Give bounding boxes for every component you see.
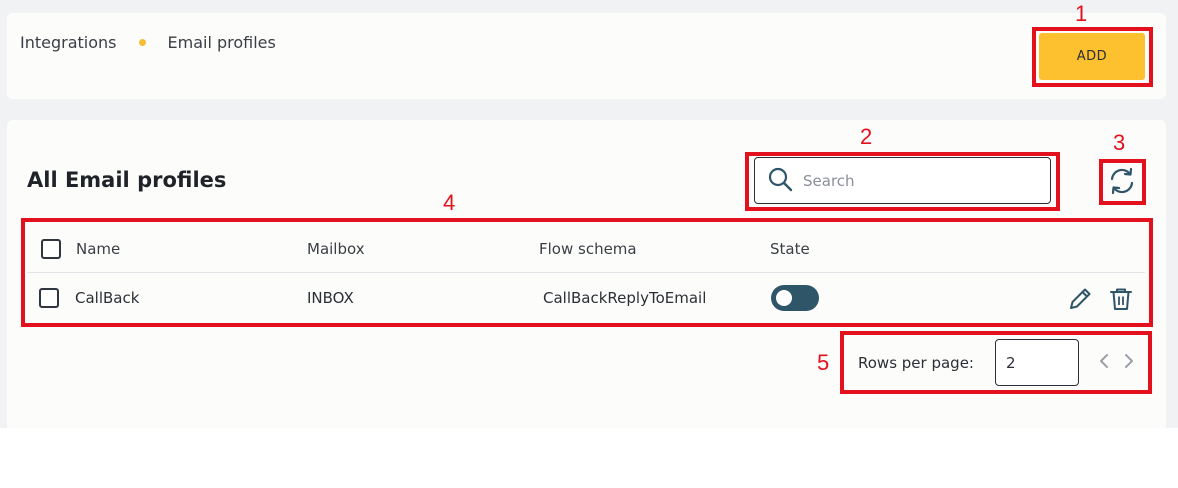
row-mailbox: INBOX xyxy=(307,289,354,307)
refresh-icon xyxy=(1107,166,1137,200)
column-header-flow-schema[interactable]: Flow schema xyxy=(539,240,637,258)
row-name: CallBack xyxy=(75,289,140,307)
column-header-name[interactable]: Name xyxy=(76,240,120,258)
state-toggle[interactable] xyxy=(771,285,819,311)
page-title: All Email profiles xyxy=(27,168,227,192)
select-all-checkbox[interactable] xyxy=(41,238,61,259)
previous-page-button[interactable] xyxy=(1095,352,1113,374)
breadcrumb-email-profiles: Email profiles xyxy=(167,33,276,52)
pencil-icon xyxy=(1067,286,1093,316)
edit-button[interactable] xyxy=(1067,286,1093,316)
search-icon xyxy=(767,166,793,196)
search-box[interactable] xyxy=(754,157,1051,204)
refresh-button[interactable] xyxy=(1105,166,1139,200)
next-page-button[interactable] xyxy=(1120,352,1138,374)
callout-number-5: 5 xyxy=(817,350,830,375)
breadcrumb-integrations[interactable]: Integrations xyxy=(20,33,117,52)
delete-button[interactable] xyxy=(1108,286,1134,316)
callout-number-4: 4 xyxy=(443,190,456,215)
chevron-left-icon xyxy=(1098,352,1110,374)
callout-number-1: 1 xyxy=(1075,1,1088,26)
add-button[interactable]: ADD xyxy=(1039,33,1145,80)
header-card xyxy=(7,13,1166,99)
column-header-mailbox[interactable]: Mailbox xyxy=(307,240,365,258)
trash-icon xyxy=(1108,286,1134,316)
breadcrumb: Integrations Email profiles xyxy=(20,33,276,52)
page-bottom xyxy=(0,428,1178,488)
callout-number-3: 3 xyxy=(1113,130,1126,155)
column-header-state[interactable]: State xyxy=(770,240,810,258)
toggle-knob xyxy=(776,290,792,306)
rows-per-page-input[interactable] xyxy=(995,339,1079,386)
rows-per-page-label: Rows per page: xyxy=(858,354,974,372)
table-header: Name Mailbox Flow schema State xyxy=(27,225,1145,273)
row-flow-schema: CallBackReplyToEmail xyxy=(543,289,707,307)
chevron-right-icon xyxy=(1123,352,1135,374)
row-checkbox[interactable] xyxy=(39,288,59,308)
breadcrumb-separator-dot xyxy=(138,39,146,46)
callout-number-2: 2 xyxy=(860,124,873,149)
table-row: CallBack INBOX CallBackReplyToEmail xyxy=(27,274,1145,322)
search-input[interactable] xyxy=(803,171,1033,190)
